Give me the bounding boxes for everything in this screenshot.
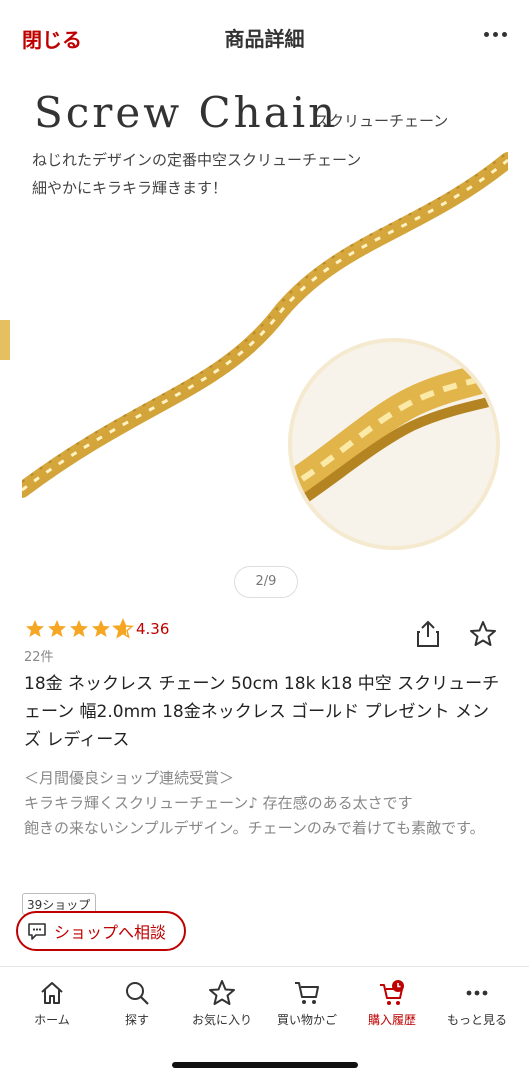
product-image[interactable]: Screw Chain スクリューチェーン ねじれたデザインの定番中空スクリュー… [22,70,508,560]
search-icon [126,982,149,1005]
nav-label: もっと見る [446,1013,507,1027]
cart-icon [295,982,319,1004]
product-title: 18金 ネックレス チェーン 50cm 18k k18 中空 スクリューチェーン… [24,674,500,750]
nav-more[interactable]: もっと見る [437,979,517,1028]
star-rating-icon [26,618,134,639]
zoom-detail-image [288,338,500,550]
description-line: キラキラ輝くスクリューチェーン♪ 存在感のある太さです [24,794,413,812]
nav-cart[interactable]: 買い物かご [267,979,347,1028]
share-icon[interactable] [415,620,441,652]
description-line: 飽きの来ないシンプルデザイン。チェーンのみで着けても素敵です。 [24,819,485,837]
rating-value: 4.36 [136,620,170,638]
nav-label: 買い物かご [276,1013,337,1027]
nav-label: 購入履歴 [367,1013,416,1027]
star-icon [209,980,235,1005]
page-title: 商品詳細 [224,27,305,51]
hero-title: Screw Chain [34,88,339,137]
favorite-star-icon[interactable] [469,620,497,652]
hero-subtitle: スクリューチェーン [314,112,449,130]
review-count[interactable]: 22件 [24,646,54,665]
home-icon [41,982,63,1004]
product-description: ＜月間優良ショップ連続受賞＞ キラキラ輝くスクリューチェーン♪ 存在感のある太さ… [24,766,504,841]
chat-bubble-icon [28,923,46,940]
rating-stars[interactable] [24,618,134,640]
hero-caption-line: ねじれたデザインの定番中空スクリューチェーン [32,151,362,169]
consult-shop-label: ショップへ相談 [54,923,167,942]
prev-image-peek [0,320,10,360]
nav-label: お気に入り [191,1013,252,1027]
more-icon [466,990,488,996]
nav-search[interactable]: 探す [97,979,177,1028]
consult-shop-button[interactable]: ショップへ相談 [16,911,186,951]
more-options-icon[interactable] [484,22,507,46]
nav-purchase-history[interactable]: 購入履歴 [352,979,432,1028]
hero-caption: ねじれたデザインの定番中空スクリューチェーン 細やかにキラキラ輝きます！ [32,146,361,202]
header-bar: 閉じる 商品詳細 [0,0,529,70]
home-indicator [172,1062,358,1068]
nav-home[interactable]: ホーム [12,979,92,1028]
nav-label: 探す [124,1013,149,1027]
nav-favorites[interactable]: お気に入り [182,979,262,1028]
description-line: ＜月間優良ショップ連続受賞＞ [24,769,235,787]
hero-caption-line: 細やかにキラキラ輝きます！ [32,179,228,197]
purchase-history-icon [380,980,404,1005]
image-pager: 2/9 [234,566,298,598]
nav-label: ホーム [34,1013,70,1027]
